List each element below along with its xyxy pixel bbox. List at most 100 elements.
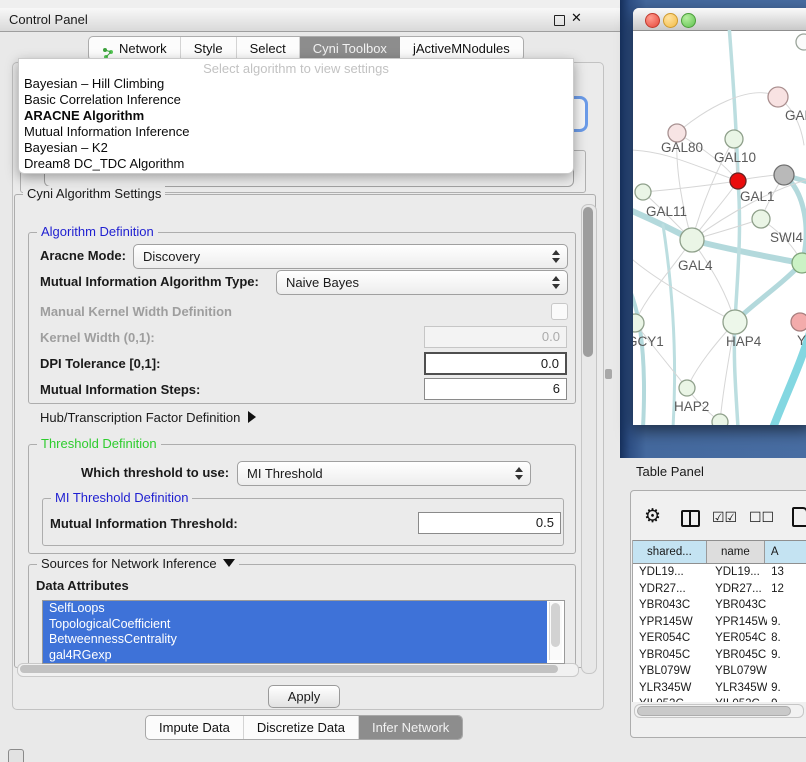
which-threshold-label: Which threshold to use: bbox=[81, 465, 229, 480]
tab-cyni-toolbox[interactable]: Cyni Toolbox bbox=[300, 37, 400, 60]
attribute-item[interactable]: TopologicalCoefficient bbox=[43, 617, 547, 633]
gear-icon[interactable]: ⚙ bbox=[644, 505, 661, 528]
network-node-gal10[interactable] bbox=[725, 130, 743, 148]
table-cell: YBR043C bbox=[633, 597, 708, 614]
dropdown-item[interactable]: Mutual Information Inference bbox=[19, 124, 573, 140]
table-cell: YER054C bbox=[708, 630, 767, 647]
dropdown-item[interactable]: Dream8 DC_TDC Algorithm bbox=[19, 156, 573, 172]
traffic-light-close-icon[interactable] bbox=[645, 13, 660, 28]
network-node-y[interactable] bbox=[791, 313, 806, 331]
attribute-item[interactable]: BetweennessCentrality bbox=[43, 632, 547, 648]
table-row[interactable]: YLR345WYLR345W9. bbox=[633, 680, 806, 697]
network-node[interactable] bbox=[774, 165, 794, 185]
network-node-swi4[interactable] bbox=[792, 253, 806, 273]
bottom-tab-infer-network[interactable]: Infer Network bbox=[359, 716, 462, 739]
deselect-all-checkboxes-icon[interactable]: ☐☐ bbox=[749, 510, 774, 526]
table-row[interactable]: YER054CYER054C8. bbox=[633, 630, 806, 647]
manual-kernel-width-checkbox[interactable] bbox=[551, 303, 568, 320]
scrollbar-thumb[interactable] bbox=[637, 706, 791, 716]
table-row[interactable]: YDL19...YDL19...13 bbox=[633, 564, 806, 581]
kernel-width-label: Kernel Width (0,1): bbox=[40, 330, 155, 345]
scrollbar-thumb[interactable] bbox=[583, 207, 593, 357]
network-edge[interactable] bbox=[746, 175, 775, 179]
network-node[interactable] bbox=[796, 34, 806, 50]
column-header-0[interactable]: shared... bbox=[633, 541, 707, 563]
column-header-2[interactable]: A bbox=[765, 541, 806, 563]
minimized-panel-icon[interactable] bbox=[8, 749, 24, 762]
dpi-tolerance-field[interactable]: 0.0 bbox=[424, 352, 567, 375]
bottom-tab-discretize-data[interactable]: Discretize Data bbox=[244, 716, 359, 739]
splitter-grip[interactable] bbox=[605, 369, 612, 379]
columns-icon[interactable] bbox=[681, 510, 700, 527]
dropdown-item[interactable]: Basic Correlation Inference bbox=[19, 92, 573, 108]
bottom-tab-impute-data[interactable]: Impute Data bbox=[146, 716, 244, 739]
mi-algorithm-type-combo[interactable]: Naive Bayes bbox=[276, 270, 568, 295]
network-graph[interactable]: GALGAL80GAL10GAL1GAL11SWI4GAL4GCY1HAP4YH… bbox=[633, 30, 806, 425]
mi-steps-field[interactable]: 6 bbox=[424, 378, 567, 400]
table-row[interactable]: YBR045CYBR045C9. bbox=[633, 647, 806, 664]
network-edge[interactable] bbox=[643, 181, 738, 192]
table-row[interactable]: YPR145WYPR145W9. bbox=[633, 614, 806, 631]
hub-section-toggle[interactable]: Hub/Transcription Factor Definition bbox=[40, 410, 256, 425]
dropdown-item[interactable]: ARACNE Algorithm bbox=[19, 108, 573, 124]
collapsed-arrow-icon bbox=[248, 411, 256, 423]
column-header-1[interactable]: name bbox=[707, 541, 765, 563]
traffic-light-minimize-icon[interactable] bbox=[663, 13, 678, 28]
network-icon bbox=[102, 43, 114, 55]
attribute-item[interactable]: gal4RGexp bbox=[43, 648, 547, 664]
table-horizontal-scrollbar[interactable] bbox=[634, 704, 804, 718]
mi-threshold-field[interactable]: 0.5 bbox=[418, 512, 561, 534]
table-row[interactable]: YBL079WYBL079W bbox=[633, 663, 806, 680]
network-node-gal4[interactable] bbox=[680, 228, 704, 252]
network-node-gal11[interactable] bbox=[635, 184, 651, 200]
dropdown-item[interactable]: Bayesian – K2 bbox=[19, 140, 573, 156]
network-edge[interactable] bbox=[692, 240, 735, 322]
network-node-gal[interactable] bbox=[768, 87, 788, 107]
settings-vertical-scrollbar[interactable] bbox=[581, 204, 597, 674]
table-row[interactable]: YIL052CYIL052C9 bbox=[633, 696, 806, 702]
close-panel-icon[interactable]: ✕ bbox=[571, 10, 582, 26]
table-cell: YBR045C bbox=[708, 647, 767, 664]
aracne-mode-combo[interactable]: Discovery bbox=[133, 244, 568, 269]
which-threshold-combo[interactable]: MI Threshold bbox=[237, 461, 531, 486]
network-node[interactable] bbox=[712, 414, 728, 425]
file-icon[interactable] bbox=[792, 507, 806, 527]
network-window-titlebar[interactable] bbox=[633, 8, 806, 31]
dropdown-item[interactable]: Bayesian – Hill Climbing bbox=[19, 76, 573, 92]
network-node-hap2[interactable] bbox=[679, 380, 695, 396]
table-cell: YER054C bbox=[633, 630, 708, 647]
hub-section-label: Hub/Transcription Factor Definition bbox=[40, 410, 240, 425]
network-node-hap4[interactable] bbox=[723, 310, 747, 334]
tab-jactivemnodules[interactable]: jActiveMNodules bbox=[400, 37, 523, 60]
table-row[interactable]: YDR27...YDR27...12 bbox=[633, 581, 806, 598]
attribute-item[interactable]: SelfLoops bbox=[43, 601, 547, 617]
network-node-gcy1[interactable] bbox=[633, 314, 644, 332]
sources-toggle[interactable]: Sources for Network Inference bbox=[37, 556, 239, 571]
scrollbar-thumb[interactable] bbox=[551, 603, 560, 647]
settings-horizontal-scrollbar[interactable] bbox=[17, 663, 579, 677]
network-edge[interactable] bbox=[735, 263, 802, 322]
node-attribute-table: shared...nameA YDL19...YDL19...13YDR27..… bbox=[632, 540, 806, 702]
float-window-icon[interactable] bbox=[554, 15, 565, 26]
apply-button[interactable]: Apply bbox=[268, 685, 340, 708]
table-cell: 9 bbox=[767, 696, 806, 702]
select-all-checkboxes-icon[interactable]: ☑☑ bbox=[712, 510, 737, 526]
table-row[interactable]: YBR043CYBR043C bbox=[633, 597, 806, 614]
traffic-light-zoom-icon[interactable] bbox=[681, 13, 696, 28]
attributes-list-scrollbar[interactable] bbox=[549, 602, 562, 660]
network-node[interactable] bbox=[730, 173, 746, 189]
node-label-gcy1: GCY1 bbox=[633, 334, 664, 349]
table-cell: YDR27... bbox=[708, 581, 767, 598]
node-label-gal80: GAL80 bbox=[661, 140, 703, 155]
table-cell: YBL079W bbox=[708, 663, 767, 680]
tab-select[interactable]: Select bbox=[237, 37, 300, 60]
network-edge[interactable] bbox=[663, 225, 675, 425]
network-edge[interactable] bbox=[784, 175, 806, 263]
network-node-gal1[interactable] bbox=[752, 210, 770, 228]
network-edge[interactable] bbox=[633, 275, 644, 425]
network-edge[interactable] bbox=[677, 93, 778, 133]
tab-network[interactable]: Network bbox=[89, 37, 181, 60]
tab-style[interactable]: Style bbox=[181, 37, 237, 60]
scrollbar-thumb[interactable] bbox=[20, 665, 558, 673]
panel-title: Control Panel bbox=[9, 12, 88, 27]
